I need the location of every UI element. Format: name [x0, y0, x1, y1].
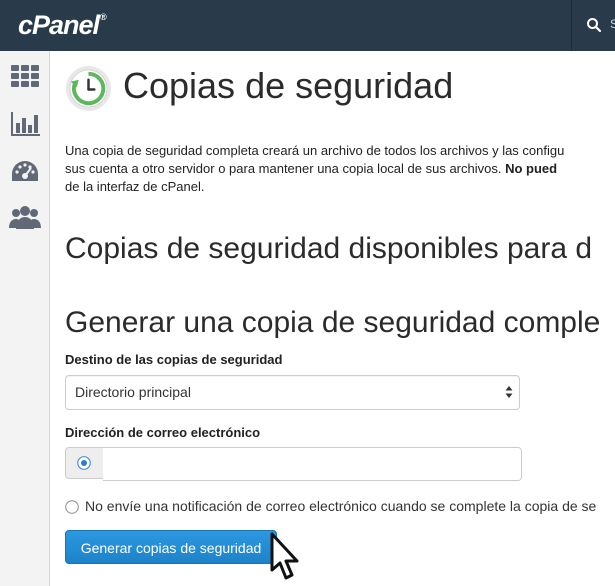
backup-clock-icon — [65, 65, 112, 112]
mouse-pointer-icon — [270, 532, 299, 580]
users-icon[interactable] — [9, 203, 41, 233]
select-arrows-icon — [505, 386, 513, 398]
email-label: Dirección de correo electrónico — [65, 425, 261, 440]
navbar-divider — [571, 0, 572, 51]
radio-unselected-icon[interactable] — [65, 500, 79, 514]
sidebar — [0, 51, 50, 586]
generate-backup-button[interactable]: Generar copias de seguridad — [65, 530, 277, 564]
bar-chart-icon[interactable] — [9, 109, 41, 139]
search-icon[interactable] — [586, 17, 602, 33]
destination-label: Destino de las copias de seguridad — [65, 352, 283, 367]
email-radio-addon — [65, 447, 104, 479]
email-input-group — [65, 447, 522, 481]
intro-line-1: Una copia de seguridad completa creará u… — [65, 143, 565, 158]
intro-warning-bold: No pued — [505, 161, 558, 176]
generate-backup-heading: Generar una copia de seguridad comple — [65, 306, 601, 339]
navbar-truncated-label[interactable]: S — [610, 17, 615, 31]
top-navbar: cPanel® S — [0, 0, 615, 51]
radio-selected-icon[interactable] — [77, 456, 91, 470]
main-content: Copias de seguridad Una copia de segurid… — [50, 51, 615, 586]
apps-grid-icon[interactable] — [9, 61, 41, 91]
intro-line-2: sus cuenta a otro servidor o para manten… — [65, 161, 558, 176]
no-notify-label: No envíe una notificación de correo elec… — [85, 498, 597, 514]
cpanel-logo[interactable]: cPanel® — [18, 10, 107, 41]
speedometer-icon[interactable] — [9, 157, 41, 187]
available-backups-heading: Copias de seguridad disponibles para d — [65, 232, 593, 265]
email-field[interactable] — [103, 447, 522, 481]
destination-selected-value: Directorio principal — [75, 384, 191, 400]
intro-text: Una copia de seguridad completa creará u… — [65, 142, 615, 196]
page-title: Copias de seguridad — [123, 65, 454, 106]
destination-select[interactable]: Directorio principal — [65, 375, 520, 410]
intro-line-3: de la interfaz de cPanel. — [65, 179, 205, 194]
